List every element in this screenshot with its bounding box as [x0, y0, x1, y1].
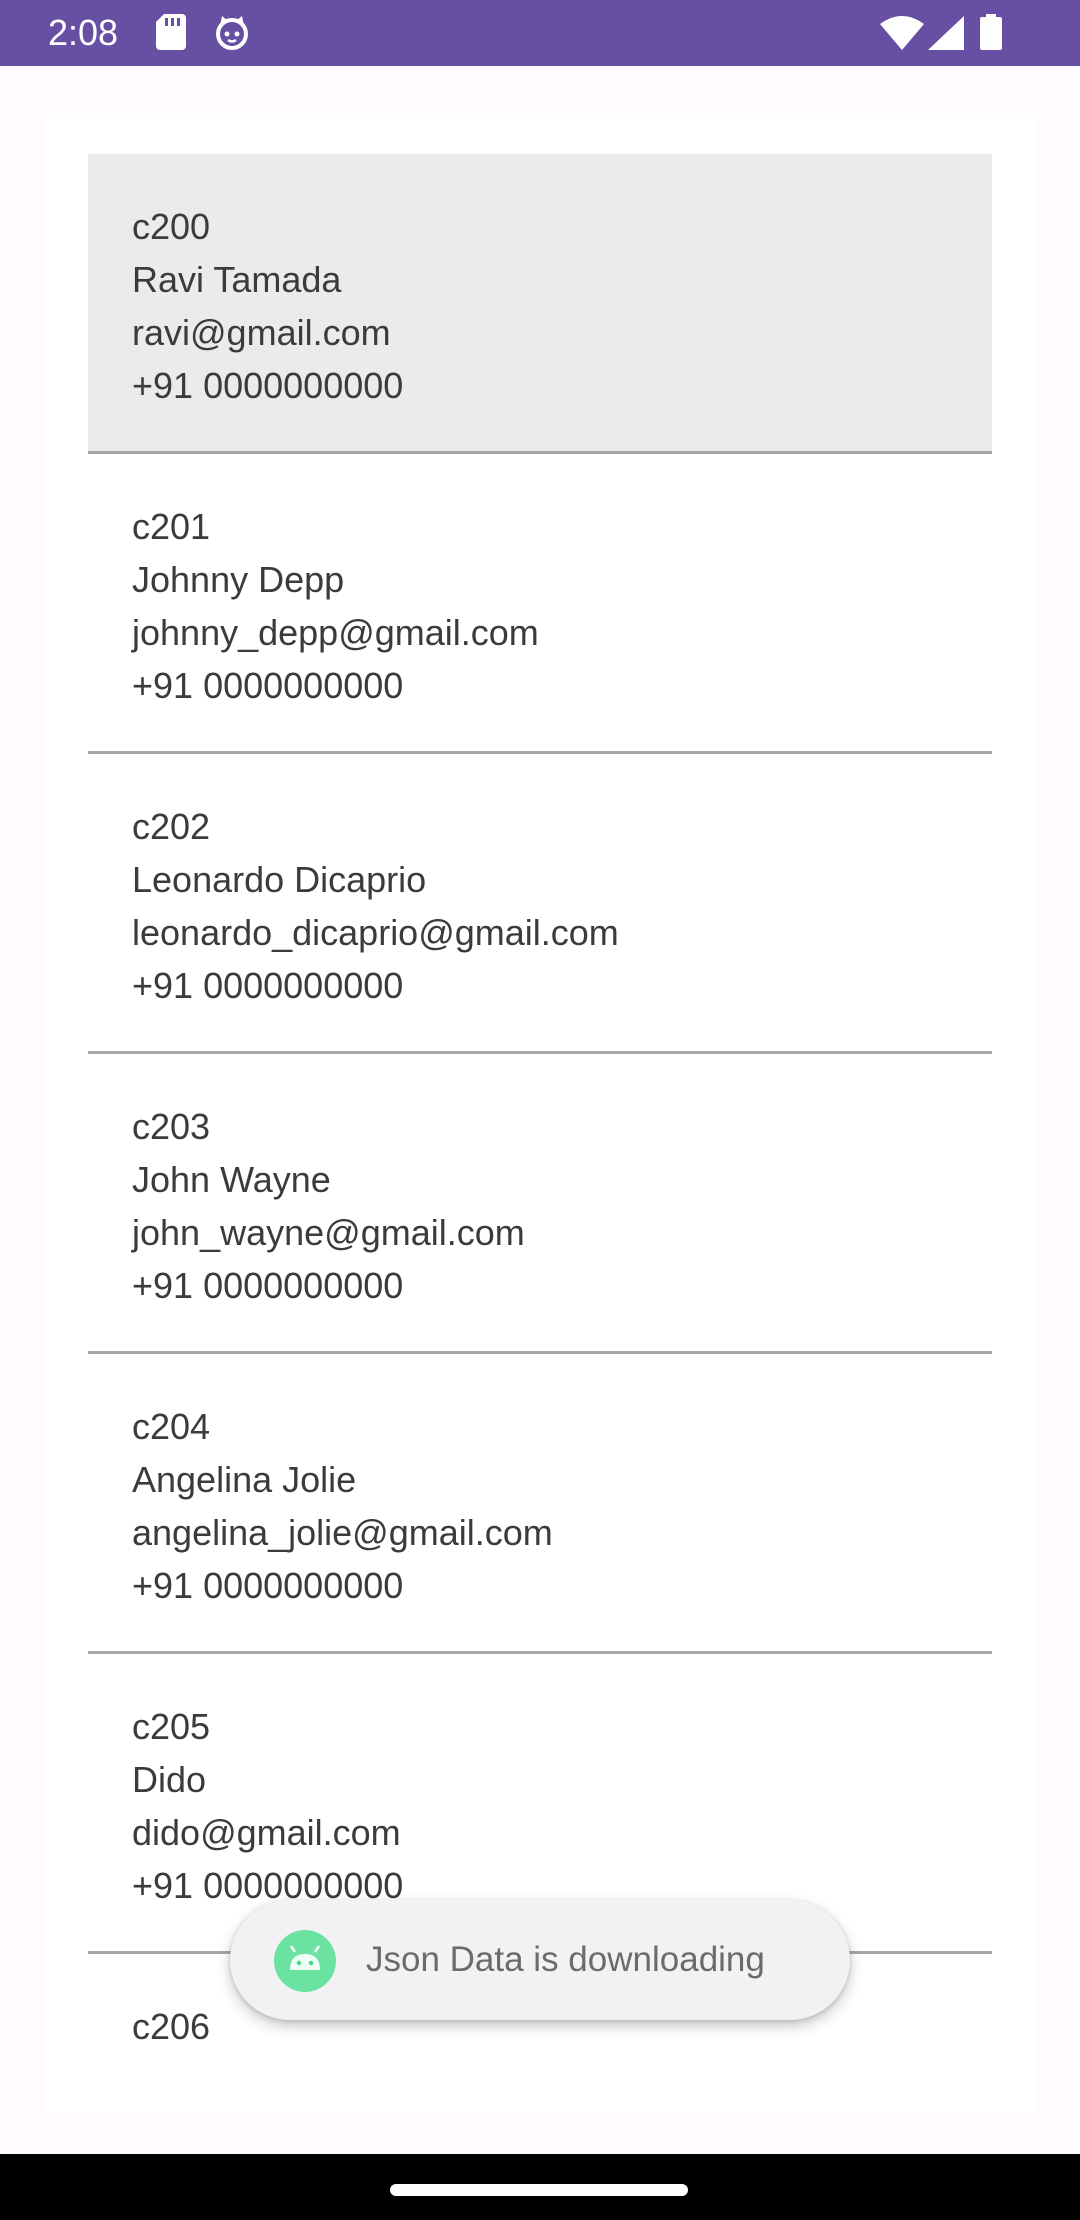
contact-details: c205 Dido dido@gmail.com +91 0000000000: [132, 1700, 403, 1912]
contact-item-c204[interactable]: c204 Angelina Jolie angelina_jolie@gmail…: [88, 1354, 992, 1654]
sd-card-icon: [156, 14, 186, 55]
contact-email: john_wayne@gmail.com: [132, 1212, 525, 1253]
toast-text: Json Data is downloading: [366, 1940, 765, 1979]
contact-id: c206: [132, 2006, 211, 2047]
contact-email: leonardo_dicaprio@gmail.com: [132, 912, 619, 953]
contact-phone: +91 0000000000: [132, 965, 404, 1006]
contact-email: ravi@gmail.com: [132, 312, 391, 353]
status-time: 2:08: [48, 12, 119, 53]
contact-phone: +91 0000000000: [132, 1265, 404, 1306]
contact-details: c200 Ravi Tamada ravi@gmail.com +91 0000…: [132, 200, 403, 412]
contact-item-c201[interactable]: c201 Johnny Depp johnny_depp@gmail.com +…: [88, 454, 992, 754]
contact-email: johnny_depp@gmail.com: [132, 612, 539, 653]
contacts-card: c200 Ravi Tamada ravi@gmail.com +91 0000…: [44, 114, 1036, 2114]
contact-email: dido@gmail.com: [132, 1812, 401, 1853]
contact-name: Angelina Jolie: [132, 1459, 357, 1500]
status-bar: 2:08: [0, 0, 1080, 66]
contact-name: Dido: [132, 1759, 207, 1800]
contact-id: c203: [132, 1106, 211, 1147]
app-screen: c200 Ravi Tamada ravi@gmail.com +91 0000…: [0, 66, 1080, 2154]
contact-item-c200[interactable]: c200 Ravi Tamada ravi@gmail.com +91 0000…: [88, 154, 992, 454]
contact-details: c201 Johnny Depp johnny_depp@gmail.com +…: [132, 500, 539, 712]
contact-details: c206: [132, 2000, 210, 2053]
contact-id: c204: [132, 1406, 211, 1447]
cat-icon: [214, 14, 250, 55]
contact-name: John Wayne: [132, 1159, 331, 1200]
contact-id: c205: [132, 1706, 211, 1747]
contact-details: c204 Angelina Jolie angelina_jolie@gmail…: [132, 1400, 553, 1612]
contact-details: c202 Leonardo Dicaprio leonardo_dicaprio…: [132, 800, 619, 1012]
contact-list[interactable]: c200 Ravi Tamada ravi@gmail.com +91 0000…: [88, 154, 992, 2114]
signal-icon: [928, 16, 964, 55]
contact-id: c200: [132, 206, 211, 247]
home-indicator[interactable]: [390, 2184, 688, 2196]
contact-phone: +91 0000000000: [132, 365, 404, 406]
contact-id: c202: [132, 806, 211, 847]
contact-id: c201: [132, 506, 211, 547]
wifi-icon: [880, 16, 924, 55]
contact-email: angelina_jolie@gmail.com: [132, 1512, 553, 1553]
contact-details: c203 John Wayne john_wayne@gmail.com +91…: [132, 1100, 525, 1312]
contact-name: Leonardo Dicaprio: [132, 859, 427, 900]
battery-icon: [980, 14, 1002, 55]
contact-phone: +91 0000000000: [132, 1565, 404, 1606]
contact-name: Ravi Tamada: [132, 259, 342, 300]
contact-phone: +91 0000000000: [132, 665, 404, 706]
contact-item-c202[interactable]: c202 Leonardo Dicaprio leonardo_dicaprio…: [88, 754, 992, 1054]
contact-name: Johnny Depp: [132, 559, 345, 600]
android-icon: [274, 1930, 336, 1992]
navigation-bar: [0, 2154, 1080, 2220]
contact-item-c203[interactable]: c203 John Wayne john_wayne@gmail.com +91…: [88, 1054, 992, 1354]
toast-message: Json Data is downloading: [230, 1900, 850, 2020]
